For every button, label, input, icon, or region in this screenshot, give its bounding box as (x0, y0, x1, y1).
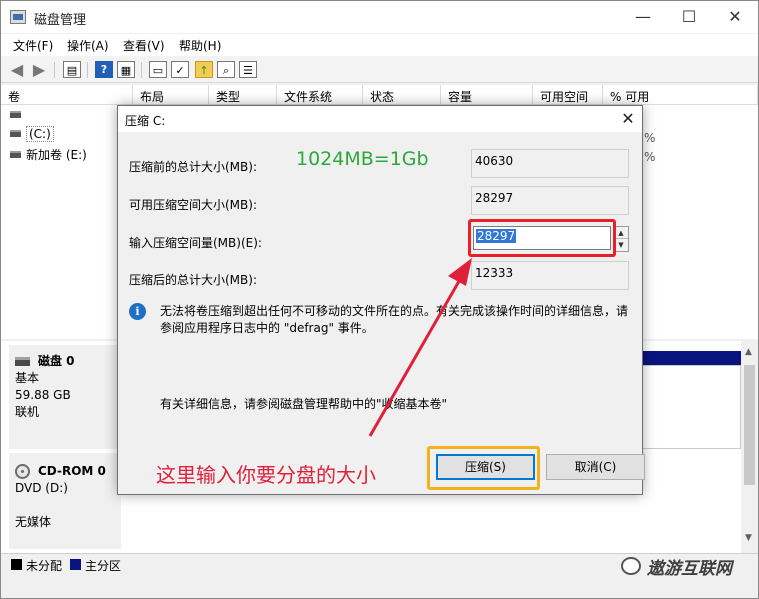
scroll-up-icon[interactable]: ▲ (745, 347, 752, 357)
disk-name: 磁盘 0 (38, 354, 75, 368)
disk-0-info: 磁盘 0 基本 59.88 GB 联机 (15, 353, 75, 421)
disk-type: 基本 (15, 371, 40, 385)
annotation-highlight-input (468, 219, 616, 257)
dialog-close-button[interactable]: ✕ (616, 107, 640, 131)
volume-name: (C:) (26, 126, 54, 142)
dialog-title: 压缩 C: (125, 114, 166, 128)
stepper-up-icon[interactable]: ▲ (614, 227, 628, 239)
annotation-instruction: 这里输入你要分盘的大小 (156, 463, 376, 487)
total-after-value: 12333 (471, 261, 629, 290)
total-before-value: 40630 (471, 149, 629, 178)
annotation-unit-note: 1024MB=1Gb (296, 148, 429, 170)
menu-view[interactable]: 查看(V) (123, 37, 165, 54)
cdrom-info: CD-ROM 0 DVD (D:) 无媒体 (15, 463, 106, 531)
column-volume[interactable]: 卷 (1, 85, 133, 105)
available-label: 可用压缩空间大小(MB): (129, 198, 257, 212)
disk-management-app-icon (10, 10, 26, 24)
disk-status: 联机 (15, 405, 40, 419)
shrink-amount-label: 输入压缩空间量(MB)(E): (129, 236, 262, 250)
check-icon[interactable]: ✓ (171, 61, 189, 78)
volume-row[interactable]: (C:) (10, 126, 54, 145)
legend-primary: 主分区 (85, 559, 122, 573)
drive-icon (10, 111, 21, 118)
column-filesystem[interactable]: 文件系统 (277, 85, 363, 105)
volume-row[interactable] (10, 108, 26, 126)
column-percent-free[interactable]: % 可用 (603, 85, 758, 105)
hard-disk-icon (15, 357, 30, 366)
total-before-label: 压缩前的总计大小(MB): (129, 160, 257, 174)
help-message: 有关详细信息，请参阅磁盘管理帮助中的"收缩基本卷" (160, 397, 448, 411)
total-after-label: 压缩后的总计大小(MB): (129, 273, 257, 287)
scroll-thumb[interactable] (744, 365, 755, 485)
connect-drive-icon[interactable]: ▭ (149, 61, 167, 78)
legend-bar: 未分配 主分区 (1, 553, 758, 577)
help-icon[interactable]: ? (95, 61, 113, 78)
disk-type: DVD (D:) (15, 481, 68, 495)
toolbar: ◀ ▶ ▤ ? ▦ ▭ ✓ ↑ ⌕ ☰ (1, 56, 758, 83)
partition-block[interactable] (642, 365, 741, 449)
properties-icon[interactable]: ▦ (117, 61, 135, 78)
search-icon[interactable]: ⌕ (217, 61, 235, 78)
dialog-title-bar: 压缩 C: ✕ (118, 106, 642, 132)
forward-arrow-icon[interactable]: ▶ (30, 61, 48, 78)
minimize-button[interactable]: — (620, 1, 666, 33)
menu-action[interactable]: 操作(A) (67, 37, 109, 54)
stepper-down-icon[interactable]: ▼ (614, 239, 628, 251)
cancel-button[interactable]: 取消(C) (546, 454, 645, 480)
maximize-button[interactable]: ☐ (666, 1, 712, 33)
toolbar-separator (87, 62, 88, 78)
drive-icon (10, 151, 21, 158)
percent-free-value: % (644, 131, 656, 145)
cd-rom-icon (15, 464, 30, 479)
primary-partition-strip (642, 351, 741, 365)
disk-name: CD-ROM 0 (38, 464, 106, 478)
primary-swatch (70, 559, 81, 570)
drive-icon (10, 130, 21, 137)
percent-free-value: % (644, 150, 656, 164)
watermark-text: 遨游互联网 (647, 559, 732, 579)
menu-file[interactable]: 文件(F) (13, 37, 53, 54)
vertical-scrollbar[interactable]: ▲ ▼ (741, 341, 758, 553)
scroll-down-icon[interactable]: ▼ (745, 533, 752, 543)
column-capacity[interactable]: 容量 (441, 85, 533, 105)
menu-bar: 文件(F) 操作(A) 查看(V) 帮助(H) (1, 34, 758, 56)
available-value: 28297 (471, 186, 629, 215)
info-message: 无法将卷压缩到超出任何不可移动的文件所在的点。有关完成该操作时间的详细信息，请参… (160, 304, 629, 335)
title-bar: 磁盘管理 — ☐ ✕ (1, 1, 758, 33)
close-button[interactable]: ✕ (712, 1, 758, 33)
folder-up-icon[interactable]: ↑ (195, 61, 213, 78)
menu-help[interactable]: 帮助(H) (179, 37, 221, 54)
legend-unallocated: 未分配 (26, 559, 63, 573)
disk-size (15, 497, 106, 514)
column-type[interactable]: 类型 (209, 85, 277, 105)
disk-status: 无媒体 (15, 515, 52, 529)
unallocated-swatch (11, 559, 22, 570)
column-free-space[interactable]: 可用空间 (533, 85, 603, 105)
volume-name: 新加卷 (E:) (26, 148, 87, 162)
window-title: 磁盘管理 (34, 13, 87, 28)
volume-row[interactable]: 新加卷 (E:) (10, 146, 87, 164)
back-arrow-icon[interactable]: ◀ (8, 61, 26, 78)
list-view-icon[interactable]: ☰ (239, 61, 257, 78)
annotation-highlight-button (427, 446, 540, 490)
column-layout[interactable]: 布局 (133, 85, 209, 105)
toolbar-separator (54, 62, 55, 78)
info-icon: i (129, 303, 146, 320)
disk-size: 59.88 GB (15, 388, 71, 402)
wechat-logo-icon (621, 557, 641, 575)
console-tree-icon[interactable]: ▤ (63, 61, 81, 78)
column-status[interactable]: 状态 (363, 85, 441, 105)
toolbar-separator (141, 62, 142, 78)
